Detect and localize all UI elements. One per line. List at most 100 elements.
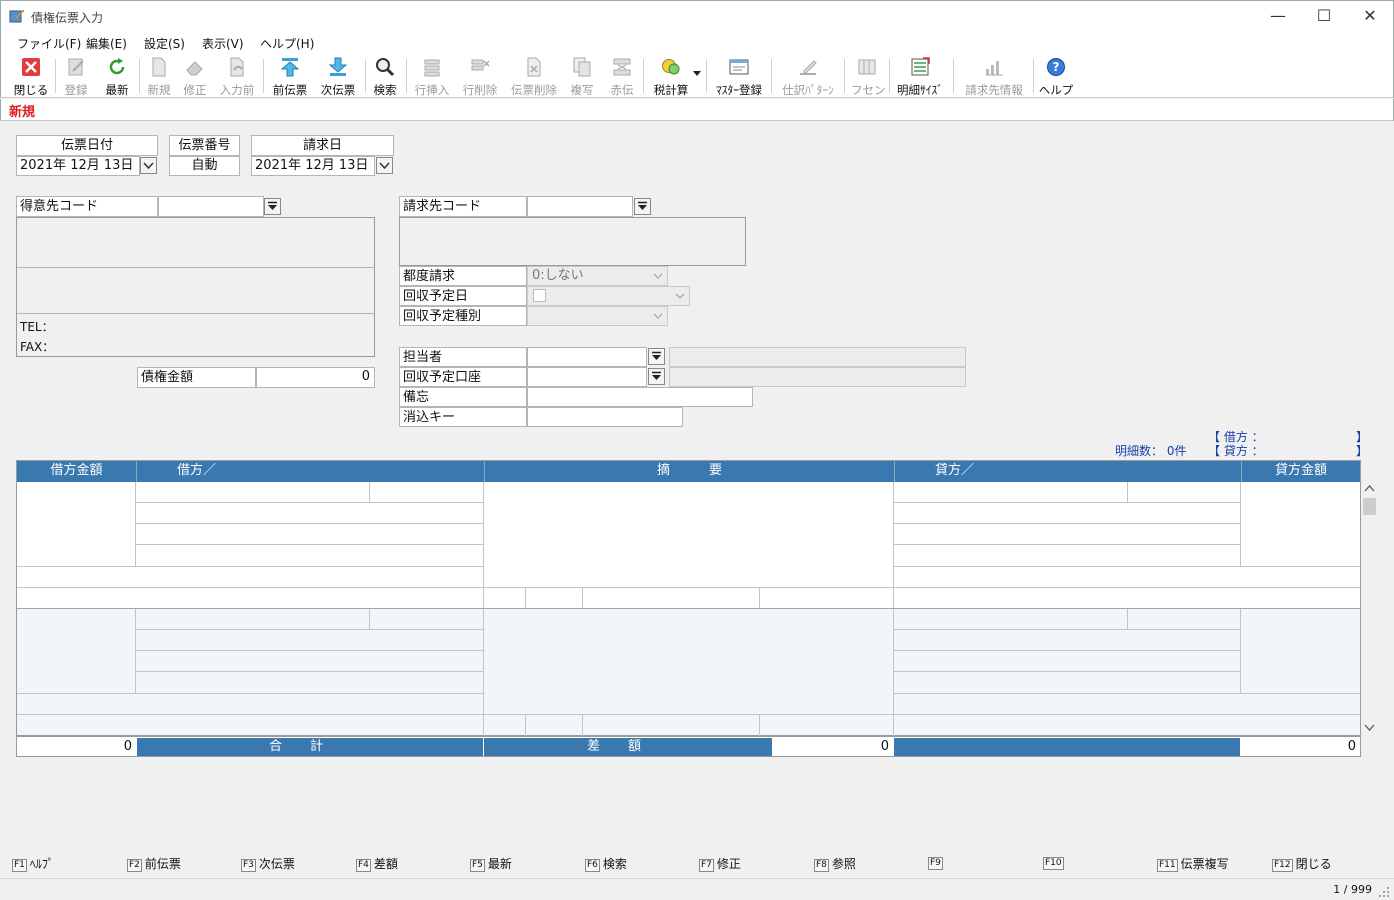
maximize-button[interactable]: ☐ <box>1301 1 1347 33</box>
grid-line <box>17 608 1360 609</box>
tax-dropdown-arrow-icon[interactable] <box>693 71 701 77</box>
scroll-down-icon[interactable] <box>1364 724 1375 732</box>
grid-line <box>894 566 1360 567</box>
fkey-f8[interactable]: F8 参照 <box>814 855 856 872</box>
fkey-f3[interactable]: F3 次伝票 <box>241 855 295 872</box>
row-insert-button[interactable]: 行挿入 <box>413 56 451 98</box>
red-slip-button[interactable]: 赤伝 <box>607 56 637 98</box>
billing-lookup-button[interactable] <box>634 198 651 215</box>
grid-line <box>17 714 1360 715</box>
slip-date-dropdown[interactable] <box>140 157 157 174</box>
grid-line <box>136 544 483 545</box>
master-register-button[interactable]: ﾏｽﾀｰ登録 <box>713 56 765 98</box>
undo-doc-icon <box>230 57 244 77</box>
account-lookup-button[interactable] <box>648 368 665 385</box>
grid-line <box>1240 482 1241 566</box>
search-button[interactable]: 検索 <box>370 56 400 98</box>
grid-line <box>369 609 370 629</box>
collect-type-select[interactable] <box>527 306 668 326</box>
fkey-f11[interactable]: F11 伝票複写 <box>1157 855 1229 872</box>
close-button[interactable]: 閉じる <box>13 56 49 98</box>
customer-code-label: 得意先コード <box>16 196 158 217</box>
toolbar-separator <box>953 59 954 93</box>
svg-text:?: ? <box>1053 60 1060 74</box>
close-window-button[interactable]: ✕ <box>1347 1 1393 33</box>
menu-help[interactable]: ヘルプ(H) <box>260 35 314 52</box>
grid-scrollbar[interactable] <box>1361 481 1378 736</box>
copy-icon <box>573 57 591 77</box>
new-button[interactable]: 新規 <box>144 56 174 98</box>
copy-button[interactable]: 複写 <box>567 56 597 98</box>
master-window-icon <box>729 59 749 75</box>
scroll-up-icon[interactable] <box>1364 484 1375 492</box>
tax-calc-button[interactable]: 税計算 <box>651 56 691 98</box>
resize-grip-icon[interactable] <box>1379 887 1390 898</box>
fkey-f2[interactable]: F2 前伝票 <box>127 855 181 872</box>
menu-view[interactable]: 表示(V) <box>202 35 244 52</box>
menu-edit[interactable]: 編集(E) <box>86 35 127 52</box>
fkey-f10[interactable]: F10 <box>1043 855 1067 870</box>
each-bill-select[interactable]: 0:しない <box>527 266 668 286</box>
col-credit: 貸方／ <box>894 461 1241 482</box>
customer-code-input[interactable] <box>158 196 264 217</box>
detail-size-button[interactable]: 明細ｻｲｽﾞ <box>896 56 944 98</box>
menu-settings[interactable]: 設定(S) <box>144 35 185 52</box>
memo-input[interactable] <box>527 387 753 407</box>
grid-line <box>17 587 1360 588</box>
prev-slip-button[interactable]: 前伝票 <box>269 56 311 98</box>
credit-total-label: 【 貸方 ： <box>1208 444 1264 458</box>
fkey-f9[interactable]: F9 <box>928 855 946 870</box>
bill-date-dropdown[interactable] <box>376 157 393 174</box>
staff-lookup-button[interactable] <box>648 348 665 365</box>
dropdown-bar-icon <box>268 201 277 210</box>
before-input-button[interactable]: 入力前 <box>217 56 257 98</box>
toolbar-separator <box>55 59 56 93</box>
slip-delete-icon <box>527 57 541 77</box>
journal-pattern-button[interactable]: 仕訳ﾊﾟﾀｰﾝ <box>779 56 837 98</box>
customer-lookup-button[interactable] <box>264 198 281 215</box>
modify-button[interactable]: 修正 <box>180 56 210 98</box>
collect-account-input[interactable] <box>527 367 647 387</box>
mode-bar: 新規 <box>0 99 1394 121</box>
journal-grid[interactable]: 借方金額 借方／ 摘 要 貸方／ 貸方金額 <box>16 460 1361 737</box>
row-delete-button[interactable]: 行削除 <box>461 56 499 98</box>
arrow-down-icon <box>328 57 348 76</box>
staff-input[interactable] <box>527 347 647 367</box>
refresh-button[interactable]: 最新 <box>101 56 133 98</box>
toolbar-separator <box>889 59 890 93</box>
billing-info-button[interactable]: 請求先情報 <box>961 56 1027 98</box>
row-block-2 <box>17 609 1360 735</box>
sticky-note-button[interactable]: フセン <box>851 56 886 98</box>
billing-code-input[interactable] <box>527 196 633 217</box>
fkey-f6[interactable]: F6 検索 <box>585 855 627 872</box>
register-button[interactable]: 登録 <box>61 56 91 98</box>
fkey-f7[interactable]: F7 修正 <box>699 855 741 872</box>
slip-number-field: 自動 <box>169 156 240 176</box>
bill-date-field[interactable]: 2021年 12月 13日 <box>251 156 375 176</box>
grid-line <box>135 609 136 693</box>
search-icon <box>376 58 395 77</box>
menu-file[interactable]: ファイル(F) <box>17 35 81 52</box>
total-label: 合計 <box>137 738 483 756</box>
fkey-f4[interactable]: F4 差額 <box>356 855 398 872</box>
register-icon <box>68 58 84 76</box>
staff-name-display <box>669 347 966 367</box>
fkey-f5[interactable]: F5 最新 <box>470 855 512 872</box>
help-button[interactable]: ? ヘルプ <box>1038 56 1074 98</box>
collect-date-checkbox[interactable] <box>533 289 546 302</box>
fkey-f12[interactable]: F12 閉じる <box>1272 855 1332 872</box>
col-debit-amount: 借方金額 <box>17 461 136 482</box>
minimize-button[interactable]: — <box>1255 1 1301 33</box>
grid-line <box>136 502 483 503</box>
close-icon <box>22 58 40 76</box>
grid-line <box>525 715 526 736</box>
clearing-key-input[interactable] <box>527 407 683 427</box>
status-bar: 1 / 999 <box>0 878 1394 900</box>
slip-delete-button[interactable]: 伝票削除 <box>509 56 559 98</box>
menu-bar: ファイル(F) 編集(E) 設定(S) 表示(V) ヘルプ(H) <box>0 32 1394 54</box>
collect-date-field[interactable] <box>527 286 690 306</box>
fkey-f1[interactable]: F1 ﾍﾙﾌﾟ <box>12 855 54 872</box>
scroll-thumb[interactable] <box>1363 498 1376 515</box>
next-slip-button[interactable]: 次伝票 <box>317 56 359 98</box>
slip-date-field[interactable]: 2021年 12月 13日 <box>16 156 140 176</box>
